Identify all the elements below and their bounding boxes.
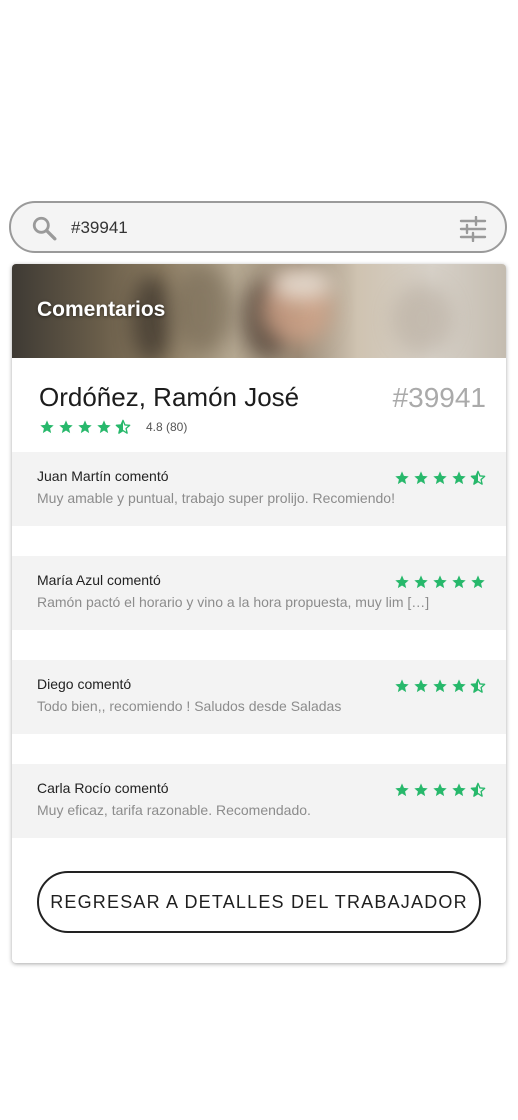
banner-title: Comentarios xyxy=(37,298,166,321)
star-half-icon xyxy=(115,419,131,434)
star-icon xyxy=(452,575,466,589)
star-icon xyxy=(395,575,409,589)
comment-item: Diego comentó Todo bien,, recomiendo ! S… xyxy=(12,660,506,734)
star-half-icon xyxy=(470,782,486,797)
star-half-icon xyxy=(470,678,486,693)
star-icon xyxy=(414,679,428,693)
star-icon xyxy=(452,471,466,485)
banner-image: Comentarios xyxy=(12,264,506,358)
star-icon xyxy=(433,575,447,589)
star-icon xyxy=(78,420,92,434)
star-icon xyxy=(452,679,466,693)
star-icon xyxy=(395,471,409,485)
sliders-icon[interactable] xyxy=(459,216,487,242)
comment-author: María Azul comentó xyxy=(37,572,161,588)
star-icon xyxy=(395,783,409,797)
comment-text: Muy eficaz, tarifa razonable. Recomendad… xyxy=(37,802,311,818)
worker-rating: 4.8 (80) xyxy=(39,419,187,435)
worker-name: Ordóñez, Ramón José xyxy=(39,382,300,412)
comment-text: Ramón pactó el horario y vino a la hora … xyxy=(37,594,430,610)
comment-item: Juan Martín comentó Muy amable y puntual… xyxy=(12,452,506,526)
back-to-worker-details-button[interactable]: REGRESAR A DETALLES DEL TRABAJADOR xyxy=(37,871,481,933)
comment-author: Carla Rocío comentó xyxy=(37,780,169,796)
star-rating xyxy=(394,782,486,798)
star-icon xyxy=(433,471,447,485)
star-icon xyxy=(414,575,428,589)
star-icon xyxy=(433,679,447,693)
star-icon xyxy=(414,471,428,485)
comment-item: María Azul comentó Ramón pactó el horari… xyxy=(12,556,506,630)
worker-id: #39941 xyxy=(392,382,486,413)
comment-text: Muy amable y puntual, trabajo super prol… xyxy=(37,490,395,506)
star-icon xyxy=(433,783,447,797)
star-icon xyxy=(452,783,466,797)
star-rating xyxy=(394,574,486,590)
star-icon xyxy=(471,575,485,589)
star-icon xyxy=(395,679,409,693)
comment-item: Carla Rocío comentó Muy eficaz, tarifa r… xyxy=(12,764,506,838)
comment-author: Juan Martín comentó xyxy=(37,468,169,484)
search-bar[interactable] xyxy=(9,201,507,253)
comments-card: Comentarios Ordóñez, Ramón José #39941 4… xyxy=(12,264,506,963)
rating-summary: 4.8 (80) xyxy=(146,420,188,434)
star-rating xyxy=(394,678,486,694)
star-icon xyxy=(59,420,73,434)
star-rating xyxy=(39,419,131,435)
comment-author: Diego comentó xyxy=(37,676,132,692)
comment-text: Todo bien,, recomiendo ! Saludos desde S… xyxy=(37,698,342,714)
search-icon[interactable] xyxy=(31,215,57,241)
star-icon xyxy=(97,420,111,434)
star-icon xyxy=(40,420,54,434)
star-half-icon xyxy=(470,470,486,485)
star-rating xyxy=(394,470,486,486)
star-icon xyxy=(414,783,428,797)
search-input[interactable] xyxy=(71,213,451,243)
